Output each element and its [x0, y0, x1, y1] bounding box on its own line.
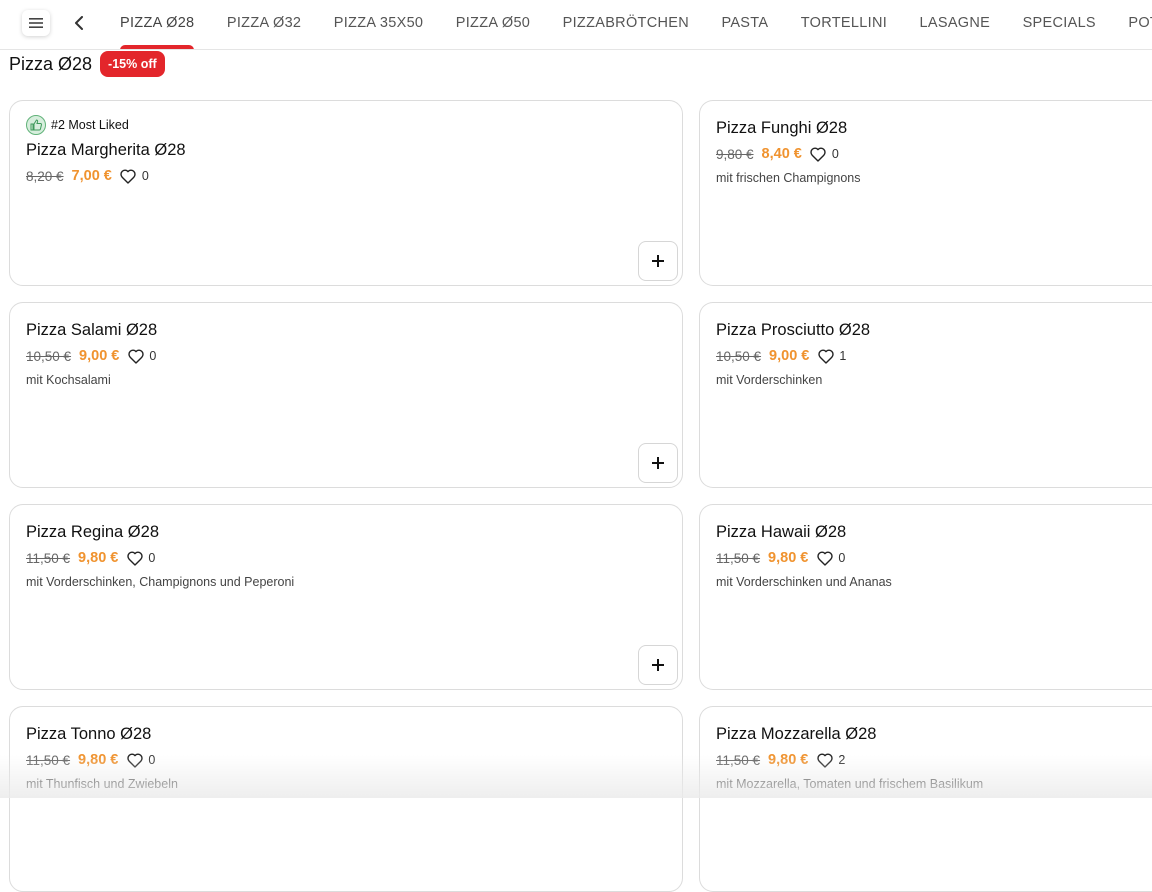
product-card[interactable]: Pizza Hawaii Ø28 11,50 € 9,80 € 0 mit Vo… — [699, 504, 1152, 690]
category-nav: PIZZA Ø28 PIZZA Ø32 PIZZA 35X50 PIZZA Ø5… — [0, 0, 1152, 50]
product-name: Pizza Hawaii Ø28 — [716, 523, 847, 541]
discounted-price: 9,80 € — [78, 550, 119, 566]
product-description: mit Mozzarella, Tomaten und frischem Bas… — [716, 777, 984, 791]
discounted-price: 9,80 € — [78, 752, 119, 768]
product-card[interactable]: Pizza Funghi Ø28 9,80 € 8,40 € 0 mit fri… — [699, 100, 1152, 286]
menu-button[interactable] — [22, 10, 50, 36]
product-card[interactable]: Pizza Prosciutto Ø28 10,50 € 9,00 € 1 mi… — [699, 302, 1152, 488]
price-row: 10,50 € 9,00 € 1 — [716, 345, 1152, 367]
price-row: 10,50 € 9,00 € 0 — [26, 345, 666, 367]
thumbs-up-icon — [26, 115, 46, 135]
product-description: mit Vorderschinken — [716, 373, 823, 387]
product-description: mit Vorderschinken und Ananas — [716, 575, 892, 589]
like-count: 0 — [148, 753, 156, 767]
heart-icon[interactable] — [120, 168, 137, 185]
tab-lasagne[interactable]: LASAGNE — [906, 0, 1005, 49]
add-to-cart-button[interactable] — [638, 443, 678, 483]
product-name: Pizza Prosciutto Ø28 — [716, 321, 871, 339]
tab-tortellini[interactable]: TORTELLINI — [787, 0, 901, 49]
add-to-cart-button[interactable] — [638, 241, 678, 281]
tab-pizza-35x50[interactable]: PIZZA 35X50 — [320, 0, 438, 49]
old-price: 8,20 € — [26, 168, 64, 184]
product-name: Pizza Mozzarella Ø28 — [716, 725, 877, 743]
old-price: 11,50 € — [716, 550, 761, 566]
tab-potatoes[interactable]: POTATOES — [1114, 0, 1152, 49]
badge-label: #2 Most Liked — [51, 118, 129, 132]
most-liked-badge: #2 Most Liked — [26, 115, 666, 135]
category-tabs: PIZZA Ø28 PIZZA Ø32 PIZZA 35X50 PIZZA Ø5… — [106, 0, 1152, 49]
discounted-price: 9,80 € — [768, 752, 809, 768]
section-header: Pizza Ø28 -15% off — [9, 50, 165, 78]
product-card[interactable]: #2 Most Liked Pizza Margherita Ø28 8,20 … — [9, 100, 683, 286]
product-card[interactable]: Pizza Tonno Ø28 11,50 € 9,80 € 0 mit Thu… — [9, 706, 683, 892]
old-price: 11,50 € — [26, 550, 71, 566]
like-count: 2 — [838, 753, 846, 767]
product-description: mit Thunfisch und Zwiebeln — [26, 777, 178, 791]
discounted-price: 9,00 € — [769, 348, 810, 364]
product-name: Pizza Tonno Ø28 — [26, 725, 152, 743]
heart-icon[interactable] — [816, 550, 833, 567]
product-name: Pizza Funghi Ø28 — [716, 119, 848, 137]
heart-icon[interactable] — [816, 752, 833, 769]
product-card[interactable]: Pizza Salami Ø28 10,50 € 9,00 € 0 mit Ko… — [9, 302, 683, 488]
price-row: 11,50 € 9,80 € 0 — [26, 547, 666, 569]
like-count: 0 — [838, 551, 846, 565]
like-count: 0 — [831, 147, 839, 161]
product-name: Pizza Regina Ø28 — [26, 523, 159, 541]
tab-pizza-32[interactable]: PIZZA Ø32 — [213, 0, 315, 49]
old-price: 11,50 € — [716, 752, 761, 768]
like-count: 0 — [148, 551, 156, 565]
old-price: 10,50 € — [716, 348, 762, 364]
plus-icon — [652, 457, 664, 469]
hamburger-icon — [29, 18, 43, 28]
like-count: 1 — [839, 349, 847, 363]
price-row: 11,50 € 9,80 € 0 — [26, 749, 666, 771]
tab-pizzabroetchen[interactable]: PIZZABRÖTCHEN — [549, 0, 703, 49]
tab-pizza-28[interactable]: PIZZA Ø28 — [106, 0, 208, 49]
heart-icon[interactable] — [817, 348, 834, 365]
heart-icon[interactable] — [126, 550, 143, 567]
discount-badge: -15% off — [100, 51, 165, 77]
heart-icon[interactable] — [126, 752, 143, 769]
price-row: 9,80 € 8,40 € 0 — [716, 143, 1152, 165]
section-title: Pizza Ø28 — [9, 53, 93, 74]
discounted-price: 8,40 € — [761, 146, 802, 162]
plus-icon — [652, 659, 664, 671]
old-price: 11,50 € — [26, 752, 71, 768]
price-row: 11,50 € 9,80 € 2 — [716, 749, 1152, 771]
like-count: 0 — [149, 349, 157, 363]
tab-pasta[interactable]: PASTA — [707, 0, 782, 49]
add-to-cart-button[interactable] — [638, 645, 678, 685]
tab-specials[interactable]: SPECIALS — [1009, 0, 1110, 49]
heart-icon[interactable] — [127, 348, 144, 365]
product-description: mit frischen Champignons — [716, 171, 861, 185]
product-card[interactable]: Pizza Regina Ø28 11,50 € 9,80 € 0 mit Vo… — [9, 504, 683, 690]
discounted-price: 9,80 € — [768, 550, 809, 566]
old-price: 10,50 € — [26, 348, 72, 364]
price-row: 8,20 € 7,00 € 0 — [26, 165, 666, 187]
like-count: 0 — [141, 169, 149, 183]
product-name: Pizza Margherita Ø28 — [26, 141, 186, 159]
chevron-left-icon — [75, 16, 83, 30]
plus-icon — [652, 255, 664, 267]
old-price: 9,80 € — [716, 146, 754, 162]
product-description: mit Kochsalami — [26, 373, 111, 387]
scroll-left-button[interactable] — [68, 12, 90, 34]
product-name: Pizza Salami Ø28 — [26, 321, 158, 339]
product-card[interactable]: Pizza Mozzarella Ø28 11,50 € 9,80 € 2 mi… — [699, 706, 1152, 892]
price-row: 11,50 € 9,80 € 0 — [716, 547, 1152, 569]
tab-pizza-50[interactable]: PIZZA Ø50 — [442, 0, 544, 49]
product-description: mit Vorderschinken, Champignons und Pepe… — [26, 575, 295, 589]
heart-icon[interactable] — [810, 146, 827, 163]
discounted-price: 9,00 € — [79, 348, 120, 364]
discounted-price: 7,00 € — [71, 168, 112, 184]
